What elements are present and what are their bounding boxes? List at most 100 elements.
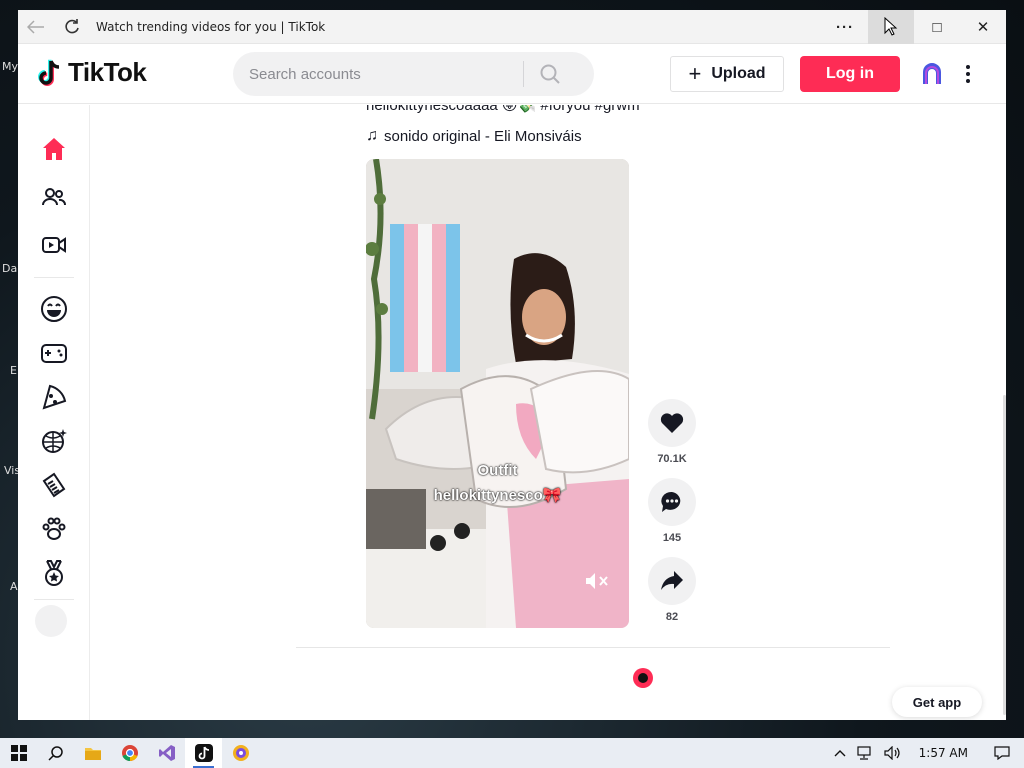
- get-app-button[interactable]: Get app: [892, 687, 982, 717]
- minimize-button[interactable]: [868, 10, 914, 44]
- refresh-icon: [65, 18, 79, 33]
- paw-icon: [42, 517, 66, 540]
- search-bar: [233, 52, 594, 96]
- chrome-button[interactable]: [111, 738, 148, 768]
- sidebar-item-live[interactable]: [36, 227, 72, 263]
- extra-app-button[interactable]: [222, 738, 259, 768]
- heart-icon: [660, 413, 684, 433]
- taskbar-search-button[interactable]: [37, 738, 74, 768]
- taskbar: 1:57 AM: [0, 738, 1024, 768]
- visual-studio-button[interactable]: [148, 738, 185, 768]
- desktop-icon-label[interactable]: My: [2, 60, 18, 73]
- maximize-button[interactable]: □: [914, 10, 960, 44]
- scrollbar[interactable]: [1003, 395, 1006, 715]
- notifications-icon[interactable]: [980, 738, 1024, 768]
- music-title: sonido original - Eli Monsiváis: [384, 127, 582, 145]
- tiktok-icon: [194, 744, 213, 762]
- search-icon: [47, 746, 63, 761]
- desktop-icon-label[interactable]: E: [10, 364, 17, 377]
- search-input[interactable]: [233, 65, 523, 83]
- upload-button[interactable]: + Upload: [670, 56, 784, 92]
- video-frame-image: [366, 159, 629, 628]
- gamepad-icon: [41, 344, 67, 363]
- more-menu-icon[interactable]: [958, 60, 978, 88]
- folder-icon: [84, 748, 101, 760]
- share-count: 82: [665, 611, 679, 623]
- like-action[interactable]: 70.1K: [648, 399, 696, 465]
- sidebar-divider: [34, 277, 74, 278]
- medal-icon: [45, 560, 63, 586]
- sidebar-item-following[interactable]: [36, 179, 72, 215]
- visual-studio-icon: [158, 745, 175, 761]
- comb-icon: [42, 472, 66, 498]
- avatar-placeholder: [35, 605, 67, 637]
- extension-icon[interactable]: [920, 62, 944, 86]
- more-options-button[interactable]: ···: [822, 10, 868, 44]
- plus-icon: +: [688, 61, 702, 86]
- share-action[interactable]: 82: [648, 557, 696, 623]
- sidebar-item-food[interactable]: [36, 379, 72, 415]
- share-arrow-icon: [661, 571, 683, 590]
- share-button[interactable]: [648, 557, 696, 605]
- like-count: 70.1K: [657, 453, 687, 465]
- chrome-icon: [121, 745, 138, 762]
- title-bar: Watch trending videos for you | TikTok ·…: [18, 10, 1006, 44]
- loading-spinner: [633, 668, 653, 688]
- tiktok-taskbar-button[interactable]: [185, 738, 222, 768]
- music-link[interactable]: ♫ sonido original - Eli Monsiváis: [366, 127, 582, 145]
- sidebar-item-sports[interactable]: [36, 555, 72, 591]
- sidebar-item-beauty[interactable]: [36, 467, 72, 503]
- desktop-icon-label[interactable]: A: [10, 580, 18, 593]
- back-button[interactable]: [18, 10, 54, 44]
- network-icon[interactable]: [851, 738, 879, 768]
- comment-action[interactable]: 145: [648, 478, 696, 544]
- cursor-pointer-icon: [884, 17, 898, 36]
- sidebar-item-home[interactable]: [36, 131, 72, 167]
- search-button[interactable]: [524, 52, 576, 96]
- video-caption-line: Outfit: [477, 462, 518, 479]
- back-arrow-icon: [27, 19, 44, 34]
- sidebar-item-gaming[interactable]: [36, 335, 72, 371]
- pizza-icon: [42, 384, 67, 410]
- like-button[interactable]: [648, 399, 696, 447]
- sidebar-item-animals[interactable]: [36, 511, 72, 547]
- sidebar: [18, 105, 90, 720]
- feed-main: hellokittynescoaaaa 😜💸 #foryou #grwm ♫ s…: [90, 105, 1006, 720]
- app-circle-icon: [232, 745, 249, 761]
- system-tray: 1:57 AM: [829, 738, 1024, 768]
- start-button[interactable]: [0, 738, 37, 768]
- video-icon: [42, 237, 66, 253]
- music-note-icon: ♫: [366, 127, 378, 144]
- mute-icon[interactable]: [584, 571, 610, 591]
- feed-divider: [296, 647, 890, 648]
- site-header: TikTok + Upload Log in: [18, 44, 1006, 104]
- tray-chevron-icon[interactable]: [829, 738, 851, 768]
- search-icon: [540, 64, 560, 84]
- taskbar-clock[interactable]: 1:57 AM: [907, 746, 980, 760]
- login-button[interactable]: Log in: [800, 56, 900, 92]
- comment-button[interactable]: [648, 478, 696, 526]
- tiktok-logo[interactable]: TikTok: [38, 57, 147, 88]
- sidebar-item-comedy[interactable]: [36, 291, 72, 327]
- volume-icon[interactable]: [879, 738, 907, 768]
- comment-count: 145: [662, 532, 682, 544]
- sidebar-item-dance[interactable]: [36, 423, 72, 459]
- people-icon: [42, 188, 66, 206]
- video-caption-line: hellokittynesco🎀: [433, 487, 562, 504]
- windows-logo-icon: [10, 745, 27, 761]
- upload-label: Upload: [711, 65, 766, 82]
- desktop-icon-label[interactable]: Da: [2, 262, 17, 275]
- close-button[interactable]: ✕: [960, 10, 1006, 44]
- sidebar-divider: [34, 599, 74, 600]
- post-description: hellokittynescoaaaa 😜💸 #foryou #grwm: [366, 105, 640, 114]
- tiktok-note-icon: [38, 59, 60, 86]
- file-explorer-button[interactable]: [74, 738, 111, 768]
- discoball-icon: [42, 429, 67, 453]
- logo-text: TikTok: [68, 57, 147, 87]
- refresh-button[interactable]: [54, 10, 90, 44]
- laugh-icon: [41, 296, 67, 322]
- video-player[interactable]: Outfit hellokittynesco🎀: [366, 159, 629, 628]
- window-title: Watch trending videos for you | TikTok: [96, 19, 326, 34]
- comment-icon: [661, 491, 681, 512]
- maximize-icon: □: [932, 18, 942, 36]
